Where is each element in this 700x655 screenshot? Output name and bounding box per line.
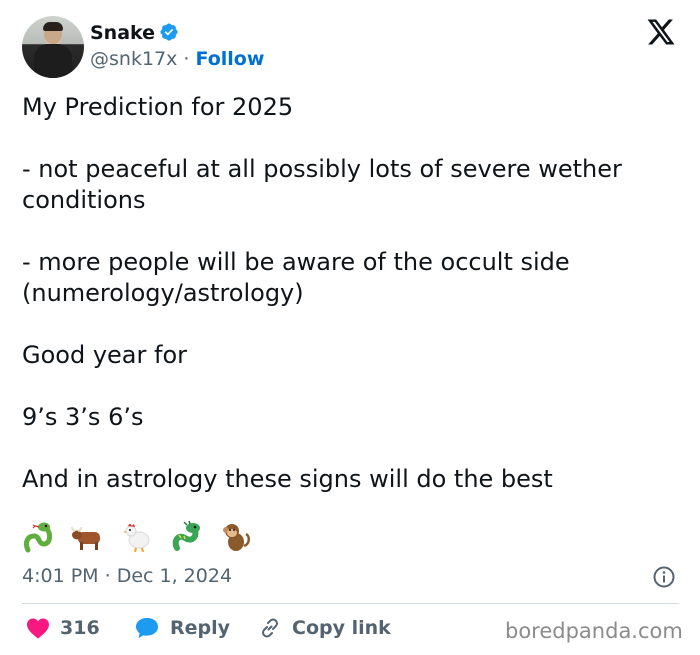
tweet-timestamp[interactable]: 4:01 PM · Dec 1, 2024 xyxy=(22,565,232,587)
author-handle[interactable]: @snk17x xyxy=(90,48,177,70)
reply-bubble-icon xyxy=(136,618,158,638)
reply-label: Reply xyxy=(170,617,231,639)
divider xyxy=(22,603,679,604)
avatar[interactable] xyxy=(22,16,84,78)
copy-link-label: Copy link xyxy=(292,617,391,639)
handle-line: @snk17x · Follow xyxy=(90,48,264,70)
tweet-line: 9’s 3’s 6’s xyxy=(22,403,144,431)
tweet-line: Good year for xyxy=(22,341,187,369)
heart-icon xyxy=(27,618,49,639)
follow-button[interactable]: Follow xyxy=(196,48,265,70)
tweet-line: My Prediction for 2025 xyxy=(22,93,294,121)
info-icon[interactable] xyxy=(652,565,676,589)
monkey-emoji xyxy=(223,524,251,551)
link-icon xyxy=(262,618,278,638)
tweet-line: - not peaceful at all possibly lots of s… xyxy=(22,155,622,214)
like-button[interactable]: 316 xyxy=(26,614,100,642)
x-logo-icon[interactable] xyxy=(646,18,676,46)
tweet-time: 4:01 PM xyxy=(22,565,99,587)
dot-separator: · xyxy=(104,565,111,587)
reply-button[interactable]: Reply xyxy=(134,614,230,642)
tweet-line: And in astrology these signs will do the… xyxy=(22,465,553,493)
snake-emoji xyxy=(23,522,53,553)
author-name[interactable]: Snake xyxy=(90,22,155,44)
watermark: boredpanda.com xyxy=(505,619,683,643)
like-count: 316 xyxy=(60,617,100,639)
ox-emoji xyxy=(71,527,101,550)
tweet-date: Dec 1, 2024 xyxy=(116,565,233,587)
tweet-line: - more people will be aware of the occul… xyxy=(22,248,570,307)
dot-separator: · xyxy=(183,48,190,70)
author-name-row[interactable]: Snake xyxy=(90,22,179,44)
tweet-text: My Prediction for 2025 - not peaceful at… xyxy=(22,92,682,495)
dragon-emoji xyxy=(173,520,201,551)
verified-badge-icon xyxy=(160,23,178,41)
rooster-emoji xyxy=(123,524,150,553)
copy-link-button[interactable]: Copy link xyxy=(258,614,391,642)
emoji-row xyxy=(22,520,262,556)
